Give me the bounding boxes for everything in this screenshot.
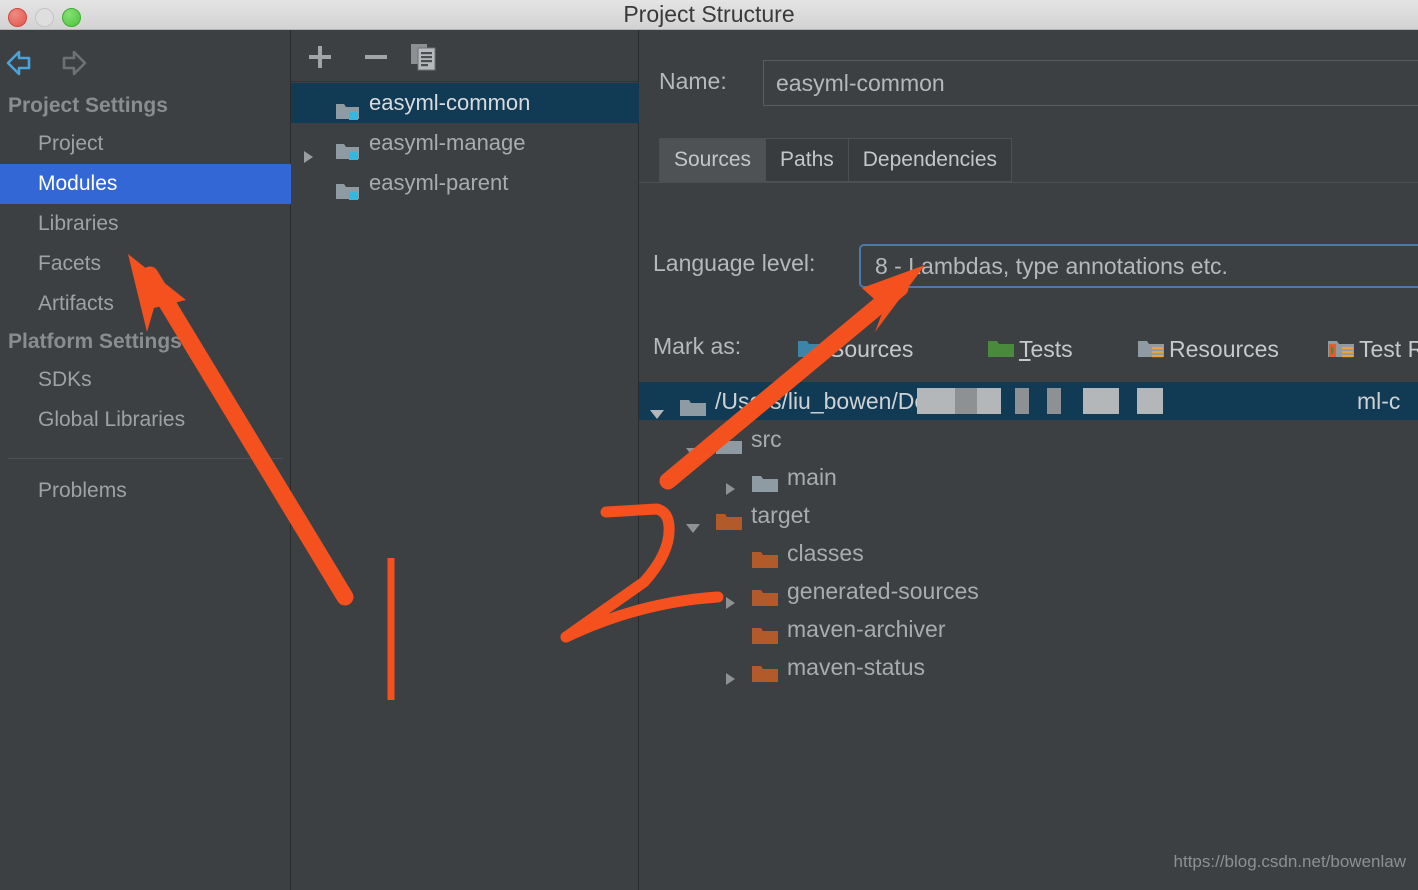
arrow-left-icon[interactable] <box>5 50 43 81</box>
tree-label: maven-archiver <box>787 616 946 642</box>
watermark: https://blog.csdn.net/bowenlaw <box>1173 852 1406 871</box>
folder-blue-icon <box>798 341 824 357</box>
module-label: easyml-common <box>369 90 531 115</box>
tree-label: maven-status <box>787 654 926 680</box>
detail-tabs: Sources Paths Dependencies <box>659 138 1013 182</box>
sidebar-nav-arrows <box>0 30 291 82</box>
mark-as-resources-label: Resources <box>1169 335 1279 362</box>
tab-paths[interactable]: Paths <box>765 138 848 182</box>
tab-sources[interactable]: Sources <box>659 138 766 182</box>
remove-module-button[interactable] <box>361 42 391 77</box>
mark-as-test-resources-button[interactable]: Test Reso <box>1327 330 1418 368</box>
mark-as-label: Mark as: <box>653 333 742 359</box>
tree-row-classes[interactable]: classes <box>639 534 1418 572</box>
folder-green-icon <box>988 341 1014 357</box>
sidebar-divider <box>8 458 283 459</box>
modules-toolbar <box>291 30 639 82</box>
redaction-block <box>955 388 977 414</box>
language-level-row: Language level: 8 - Lambdas, type annota… <box>639 244 1418 288</box>
module-row-easyml-manage[interactable]: easyml-manage <box>291 123 639 163</box>
copy-module-button[interactable] <box>409 42 441 77</box>
folder-resources-icon <box>1138 341 1164 358</box>
modules-list: easyml-common easyml-manage easyml-paren… <box>291 83 639 203</box>
sidebar-items: Project Settings Project Modules Librari… <box>0 88 291 511</box>
redaction-block <box>1047 388 1061 414</box>
window-title: Project Structure <box>623 1 795 27</box>
sidebar-item-artifacts[interactable]: Artifacts <box>0 284 291 324</box>
redaction-block <box>917 388 955 414</box>
tree-label: classes <box>787 540 864 566</box>
mark-as-tests-button[interactable]: Tests <box>987 330 1073 368</box>
sidebar-group-project-settings: Project Settings <box>8 94 168 117</box>
project-structure-window: Project Structure Project Settings Proje… <box>0 0 1418 890</box>
sidebar-item-problems[interactable]: Problems <box>0 471 291 511</box>
redaction-block <box>977 388 1001 414</box>
tree-row-target[interactable]: target <box>639 496 1418 534</box>
tree-row-main[interactable]: main <box>639 458 1418 496</box>
mark-as-row: Mark as: Sources Tests Resources Test R <box>639 330 1418 370</box>
tree-label: main <box>787 464 837 490</box>
tree-label: target <box>751 502 810 528</box>
module-name-row: Name: <box>639 60 1418 108</box>
sidebar-item-global-libraries[interactable]: Global Libraries <box>0 400 291 440</box>
tree-row-content-root[interactable]: /Users/liu_bowen/Desktop, ml-c <box>639 382 1418 420</box>
redaction-block <box>1015 388 1029 414</box>
modules-panel: easyml-common easyml-manage easyml-paren… <box>291 30 639 890</box>
sidebar-item-modules[interactable]: Modules <box>0 164 291 204</box>
tree-row-maven-archiver[interactable]: maven-archiver <box>639 610 1418 648</box>
mark-as-test-resources-label: Test Reso <box>1359 335 1418 362</box>
folder-test-resources-icon <box>1328 341 1354 358</box>
sidebar-item-facets[interactable]: Facets <box>0 244 291 284</box>
sidebar-item-project[interactable]: Project <box>0 124 291 164</box>
mark-as-tests-label: Tests <box>1019 335 1073 362</box>
mark-as-sources-button[interactable]: Sources <box>797 330 913 368</box>
tree-label: src <box>751 426 782 452</box>
tree-row-generated-sources[interactable]: generated-sources <box>639 572 1418 610</box>
language-level-label: Language level: <box>653 250 816 276</box>
folder-orange-icon <box>751 658 779 696</box>
redaction-block <box>1137 388 1163 414</box>
expand-triangle-icon[interactable] <box>723 660 737 698</box>
add-module-button[interactable] <box>305 42 335 77</box>
title-bar: Project Structure <box>0 0 1418 30</box>
tree-row-src[interactable]: src <box>639 420 1418 458</box>
tabs-underline <box>639 182 1418 183</box>
tree-label: generated-sources <box>787 578 979 604</box>
redaction-block <box>1083 388 1119 414</box>
content-roots-tree: /Users/liu_bowen/Desktop, ml-c src main … <box>639 382 1418 686</box>
sidebar-item-sdks[interactable]: SDKs <box>0 360 291 400</box>
settings-sidebar: Project Settings Project Modules Librari… <box>0 30 291 890</box>
module-folder-icon <box>335 174 361 214</box>
sidebar-group-platform-settings: Platform Settings <box>8 330 182 353</box>
arrow-right-icon[interactable] <box>50 50 88 81</box>
mark-as-sources-label: Sources <box>829 335 914 362</box>
mark-as-resources-button[interactable]: Resources <box>1137 330 1279 368</box>
tab-dependencies[interactable]: Dependencies <box>847 138 1013 182</box>
name-label: Name: <box>659 68 727 94</box>
module-label: easyml-manage <box>369 130 526 155</box>
tree-row-maven-status[interactable]: maven-status <box>639 648 1418 686</box>
module-detail-panel: Name: Sources Paths Dependencies Languag… <box>639 30 1418 890</box>
content-root-path-tail: ml-c <box>1357 388 1401 414</box>
module-row-easyml-common[interactable]: easyml-common <box>291 83 639 123</box>
module-row-easyml-parent[interactable]: easyml-parent <box>291 163 639 203</box>
sidebar-item-libraries[interactable]: Libraries <box>0 204 291 244</box>
module-label: easyml-parent <box>369 170 509 195</box>
language-level-select[interactable]: 8 - Lambdas, type annotations etc. <box>859 244 1418 288</box>
module-name-input[interactable] <box>763 60 1418 106</box>
